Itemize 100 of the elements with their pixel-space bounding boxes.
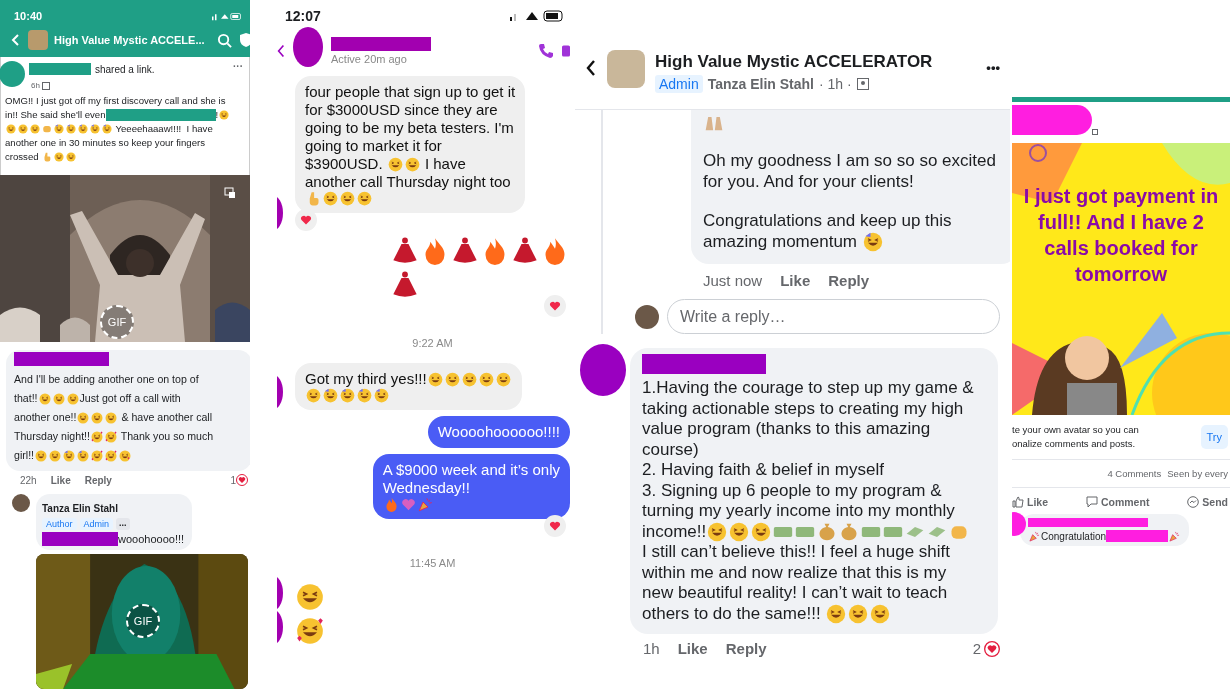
laughing-face-icon xyxy=(66,392,79,405)
gif-badge: GIF xyxy=(100,305,134,339)
status-icons xyxy=(212,11,242,21)
more-button[interactable]: ··· xyxy=(233,61,243,72)
smiling-face-hearts-icon xyxy=(104,430,117,443)
party-face-icon xyxy=(78,124,88,134)
laughing-face-icon xyxy=(826,603,847,624)
speech-bubble-icon xyxy=(1085,496,1098,508)
expand-icon[interactable] xyxy=(224,187,236,199)
avatar xyxy=(580,344,626,396)
sparkling-heart-icon xyxy=(400,497,416,512)
try-button[interactable]: Try xyxy=(1200,425,1228,449)
laughing-face-icon xyxy=(35,449,47,462)
phone-icon[interactable] xyxy=(538,43,554,59)
shield-icon[interactable] xyxy=(237,32,250,48)
comment-text: Congratulation xyxy=(1041,530,1107,542)
status-time: 10:40 xyxy=(14,10,43,22)
more-button[interactable]: ••• xyxy=(986,60,1000,75)
party-popper-icon xyxy=(1169,530,1181,542)
party-face-icon xyxy=(77,449,89,462)
like-link[interactable]: Like xyxy=(780,272,811,289)
messenger-icon xyxy=(1187,496,1200,508)
party-face-icon xyxy=(357,388,372,403)
message-text: A $9000 week and it’s only xyxy=(382,461,560,479)
reply-link[interactable]: Reply xyxy=(84,474,112,486)
message-text: four people that sign up to get it xyxy=(305,83,516,101)
like-link[interactable]: Like xyxy=(677,640,708,657)
laughing-face-icon xyxy=(306,388,321,403)
comment-text: another one!! xyxy=(14,410,77,425)
comment-count: 4 Comments xyxy=(1107,468,1162,479)
smiling-face-hearts-icon xyxy=(105,449,117,462)
comment-text: value program (thanks to this amazing xyxy=(642,419,931,440)
message-text: Woooohoooooo!!!! xyxy=(437,423,560,441)
comment-text: turning my yearly income into my monthly xyxy=(642,501,955,522)
fire-icon xyxy=(383,497,399,512)
reply-field[interactable]: Write a reply… xyxy=(667,299,1000,334)
message-timestamp: 11:45 AM xyxy=(409,556,456,571)
group-thumbnail xyxy=(28,30,48,50)
like-link[interactable]: Like xyxy=(50,474,71,486)
role-badge: Admin xyxy=(79,518,114,530)
laughing-face-icon xyxy=(38,392,51,405)
laughing-face-icon xyxy=(461,371,477,387)
avatar-prompt-text: te your own avatar so you can onalize comments and posts. xyxy=(1012,423,1139,451)
post-action-button[interactable]: Send xyxy=(1187,496,1228,508)
role-badge: Author xyxy=(42,518,77,530)
laughing-face-icon xyxy=(91,411,104,424)
comment-text: Thursday night!! xyxy=(14,429,90,444)
comment-text: for you. And for your clients! xyxy=(703,171,914,192)
laughing-face-icon xyxy=(296,583,324,611)
post-text: I just got payment in full!! And I have 2 calls booked for tomorrow xyxy=(1022,184,1220,287)
message-text: Wednesday!! xyxy=(382,479,470,497)
comment-text: Just got off a call with xyxy=(79,391,181,406)
post-text: in!! She said she'll even xyxy=(5,108,106,122)
comment-text: that!! xyxy=(14,391,38,406)
heart-icon xyxy=(549,300,561,312)
post-action-button[interactable]: Comment xyxy=(1085,496,1150,508)
group-icon xyxy=(41,81,50,90)
comment-text: wooohoooo!!! xyxy=(118,533,185,545)
laughing-face-icon xyxy=(30,124,40,134)
comment-text: Oh my goodness I am so so so excited xyxy=(703,150,996,171)
comment-text: And I'll be adding another one on top of xyxy=(14,372,199,387)
post-action-button[interactable]: Like xyxy=(1012,496,1048,508)
message-text: $3900USD. xyxy=(305,155,384,173)
laughing-face-icon xyxy=(427,371,443,387)
message-text: for $3000USD since they are xyxy=(305,101,498,119)
more-button[interactable]: ... xyxy=(116,518,130,530)
laughing-face-icon xyxy=(323,191,338,206)
comment-author: Tanza Elin Stahl xyxy=(42,503,118,514)
reply-link[interactable]: Reply xyxy=(828,272,870,289)
laughing-face-icon xyxy=(18,124,28,134)
message-text: Got my third yes!!! xyxy=(305,370,427,388)
party-face-icon xyxy=(102,124,112,134)
party-popper-icon xyxy=(417,497,433,512)
search-icon[interactable] xyxy=(216,32,232,48)
dancer-icon xyxy=(511,237,539,265)
smiling-face-hearts-icon xyxy=(90,430,103,443)
laughing-face-icon xyxy=(105,411,118,424)
laughing-face-icon xyxy=(444,371,460,387)
party-face-icon xyxy=(54,124,64,134)
back-icon[interactable] xyxy=(585,60,597,76)
party-face-icon xyxy=(63,449,75,462)
group-title: High Value Mystic ACCELERATOR xyxy=(655,52,933,72)
laughing-face-icon xyxy=(404,156,420,172)
comment-text: 2. Having faith & belief in myself xyxy=(642,460,884,481)
video-icon[interactable] xyxy=(562,44,570,58)
kissing-face-icon xyxy=(119,449,131,462)
laughing-face-icon xyxy=(340,191,355,206)
post-text: crossed xyxy=(5,150,40,164)
dancer-icon xyxy=(391,237,419,265)
comment-time: 22h xyxy=(20,474,37,486)
laughing-face-icon xyxy=(387,156,403,172)
laughing-face-icon xyxy=(6,124,16,134)
redaction-bar xyxy=(29,63,91,75)
post-action: shared a link. xyxy=(95,64,155,75)
laughing-face-icon xyxy=(49,449,61,462)
back-icon[interactable] xyxy=(277,44,285,58)
reply-link[interactable]: Reply xyxy=(725,640,767,657)
comment-text: taking actionable steps to creating my high xyxy=(642,398,964,419)
message-text: going to be my beta testers. I'm xyxy=(305,119,514,137)
laughing-face-icon xyxy=(729,521,750,542)
